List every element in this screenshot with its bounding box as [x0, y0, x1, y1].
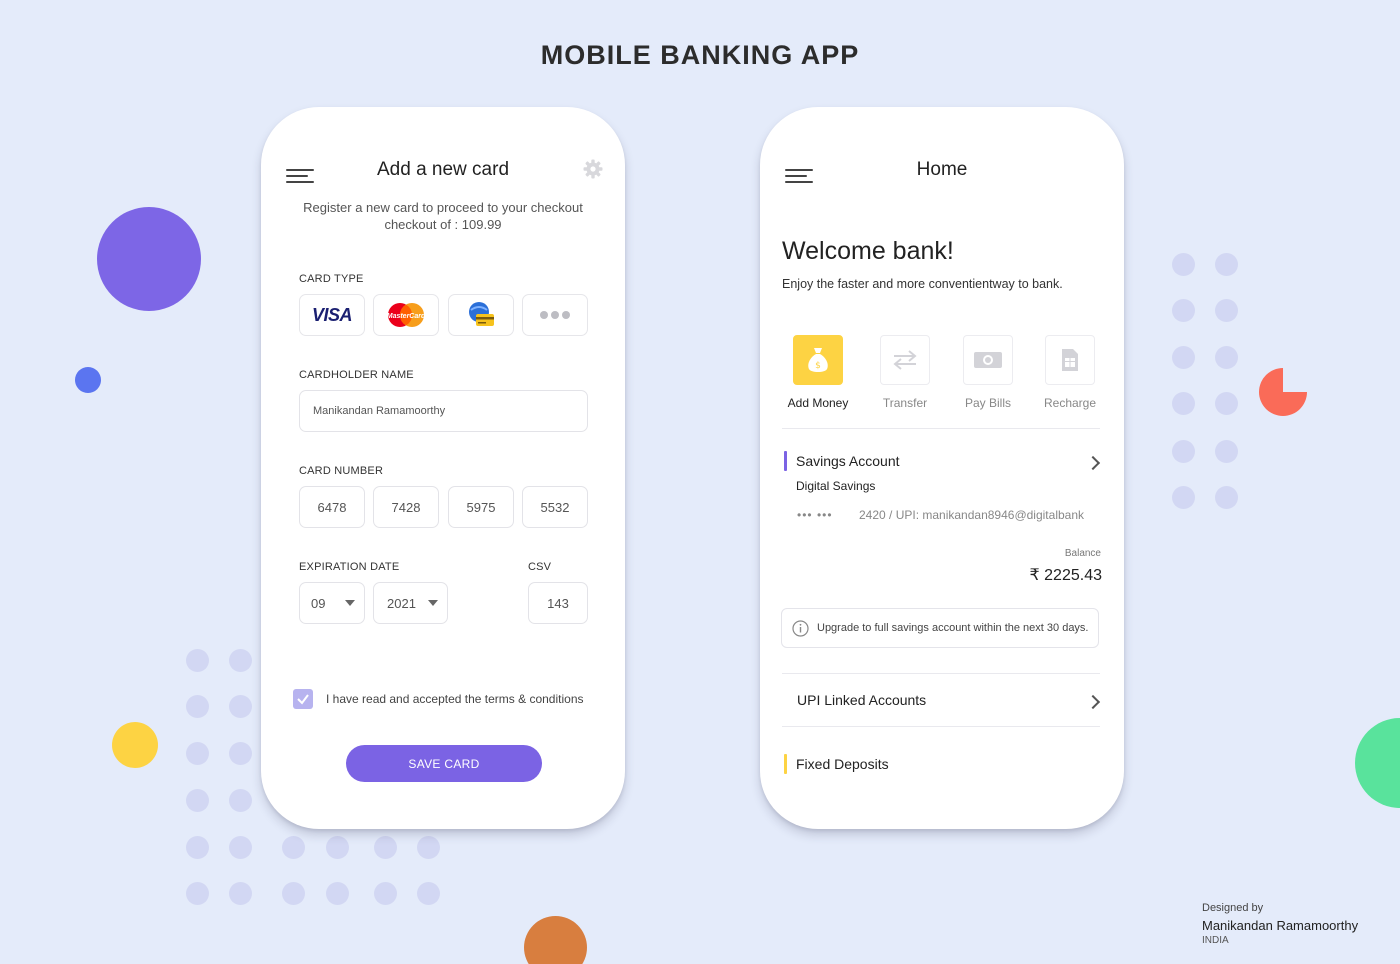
yellow-circle-decoration [112, 722, 158, 768]
cardholder-name-value: Manikandan Ramamoorthy [313, 405, 446, 417]
accent-bar [784, 754, 787, 774]
divider [782, 428, 1100, 429]
upi-linked-accounts-title: UPI Linked Accounts [797, 692, 927, 708]
save-card-button[interactable]: SAVE CARD [346, 745, 542, 782]
sim-card-icon [1062, 349, 1078, 371]
terms-checkbox[interactable] [293, 689, 313, 709]
chevron-right-icon[interactable] [1085, 455, 1101, 471]
pay-bills-action[interactable]: Pay Bills [953, 335, 1023, 410]
check-icon [297, 694, 309, 705]
recharge-action[interactable]: Recharge [1035, 335, 1105, 410]
csv-label: CSV [528, 561, 552, 573]
divider [782, 726, 1100, 727]
globe-card-option[interactable] [448, 294, 514, 336]
balance-label: Balance [1064, 548, 1101, 559]
accent-bar [784, 451, 787, 471]
page-title: MOBILE BANKING APP [540, 40, 860, 70]
add-card-phone: Add a new card Register a new card to pr… [261, 107, 625, 829]
upgrade-notice: Upgrade to full savings account within t… [781, 608, 1099, 648]
red-pie-decoration [1259, 368, 1307, 416]
exp-month-select[interactable]: 09 [299, 582, 365, 624]
masked-account-number: ••• ••• [797, 508, 833, 522]
visa-logo: VISA [311, 304, 353, 325]
screen-title: Home [916, 159, 968, 180]
exp-year-select[interactable]: 2021 [373, 582, 448, 624]
divider [782, 673, 1100, 674]
card-number-part-3[interactable]: 5975 [448, 486, 514, 528]
money-bag-icon: $ [808, 348, 828, 372]
chevron-right-icon[interactable] [1085, 694, 1101, 710]
green-circle-decoration [1355, 718, 1400, 808]
checkout-subtitle: Register a new card to proceed to your c… [303, 200, 583, 232]
balance-amount: ₹ 2225.43 [1029, 567, 1102, 584]
card-number-part-1[interactable]: 6478 [299, 486, 365, 528]
card-number-part-4[interactable]: 5532 [522, 486, 588, 528]
purple-circle-decoration [97, 207, 201, 311]
transfer-action[interactable]: Transfer [870, 335, 940, 410]
designer-credit: Designed by Manikandan Ramamoorthy INDIA [1202, 902, 1359, 946]
more-dots-icon [540, 311, 570, 319]
info-icon [792, 619, 809, 637]
visa-card-option[interactable]: VISA [299, 294, 365, 336]
cardholder-label: CARDHOLDER NAME [299, 369, 414, 381]
card-type-label: CARD TYPE [299, 273, 364, 285]
cardholder-name-input[interactable]: Manikandan Ramamoorthy [299, 390, 588, 432]
transfer-arrows-icon [893, 350, 917, 370]
welcome-subtext: Enjoy the faster and more conventientway… [782, 277, 1063, 291]
mastercard-wordmark: MasterCard [387, 313, 426, 320]
home-phone: Home Welcome bank! Enjoy the faster and … [760, 107, 1124, 829]
chevron-down-icon [428, 600, 438, 606]
screen-title: Add a new card [376, 159, 510, 180]
card-number-label: CARD NUMBER [299, 465, 384, 477]
add-money-action[interactable]: $ Add Money [783, 335, 853, 410]
gear-icon[interactable] [583, 159, 603, 179]
account-info: 2420 / UPI: manikandan8946@digitalbank [859, 508, 1084, 522]
svg-text:$: $ [815, 361, 821, 371]
more-card-option[interactable] [522, 294, 588, 336]
account-type: Digital Savings [796, 479, 876, 493]
expiration-label: EXPIRATION DATE [299, 561, 400, 573]
mastercard-logo: MasterCard [387, 303, 426, 327]
blue-dot-decoration [75, 367, 101, 393]
globe-card-logo [469, 302, 494, 326]
cash-icon [974, 352, 1002, 368]
orange-circle-decoration [524, 916, 587, 964]
fixed-deposits-title: Fixed Deposits [796, 756, 889, 772]
mastercard-card-option[interactable]: MasterCard [373, 294, 439, 336]
welcome-heading: Welcome bank! [782, 237, 954, 265]
chevron-down-icon [345, 600, 355, 606]
csv-input[interactable]: 143 [528, 582, 588, 624]
card-number-part-2[interactable]: 7428 [373, 486, 439, 528]
savings-account-title: Savings Account [796, 453, 900, 469]
terms-text: I have read and accepted the terms & con… [326, 692, 584, 706]
